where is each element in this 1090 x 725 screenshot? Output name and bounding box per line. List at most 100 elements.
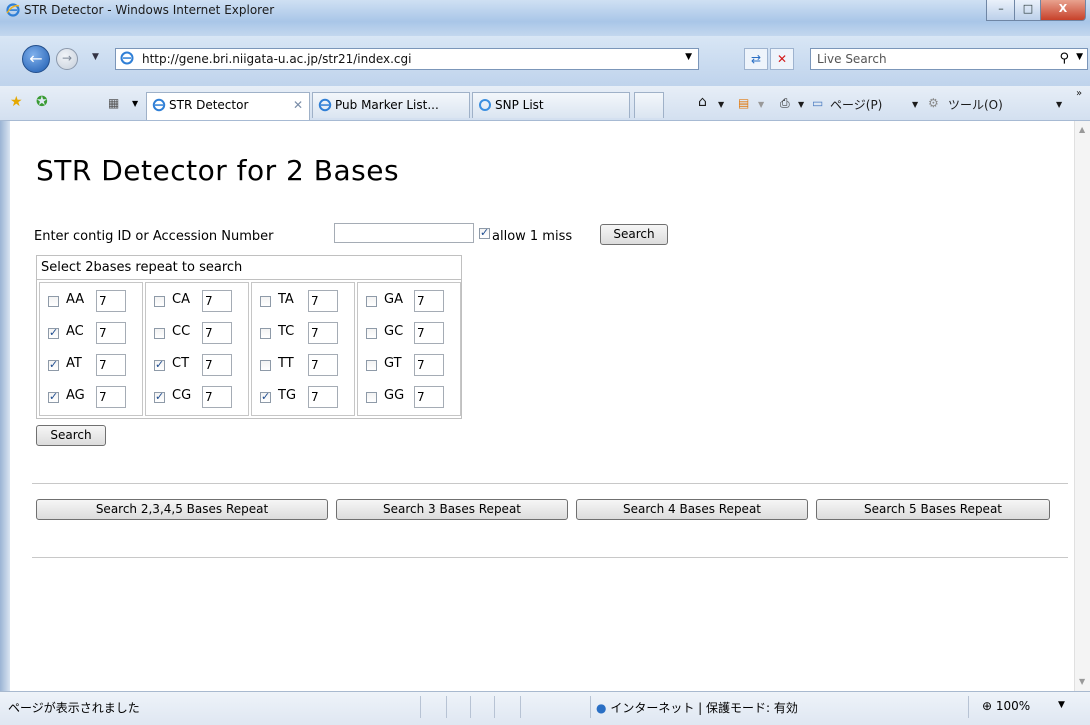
repeat-checkbox-ag[interactable]: [48, 390, 59, 403]
quick-tabs-icon[interactable]: ▦: [108, 96, 119, 110]
repeat-checkbox-ct[interactable]: [154, 358, 165, 371]
page-menu-icon[interactable]: ▭: [812, 96, 823, 110]
close-button[interactable]: X: [1040, 0, 1086, 21]
tab-snp-list[interactable]: SNP List: [472, 92, 630, 118]
repeat-count-input-gg[interactable]: [414, 386, 444, 408]
repeat-count-input-cc[interactable]: [202, 322, 232, 344]
repeat-count-input-aa[interactable]: [96, 290, 126, 312]
favorites-star-icon[interactable]: ★: [10, 94, 23, 110]
repeat-column-t: TA TC TT TG: [251, 282, 355, 416]
search-5-bases-button[interactable]: Search 5 Bases Repeat: [816, 499, 1050, 520]
page-icon: [120, 51, 134, 65]
status-divider: [470, 696, 471, 718]
chevron-more-icon[interactable]: »: [1076, 88, 1082, 99]
repeat-checkbox-gg[interactable]: [366, 392, 377, 403]
search-4-bases-button[interactable]: Search 4 Bases Repeat: [576, 499, 808, 520]
repeat-count-input-gc[interactable]: [414, 322, 444, 344]
search-2345-bases-button[interactable]: Search 2,3,4,5 Bases Repeat: [36, 499, 328, 520]
repeat-checkbox-tt[interactable]: [260, 360, 271, 371]
back-button[interactable]: ←: [22, 45, 50, 73]
close-tab-icon[interactable]: ✕: [293, 93, 303, 117]
scroll-down-icon[interactable]: ▼: [1079, 677, 1085, 686]
status-divider: [494, 696, 495, 718]
address-bar[interactable]: http://gene.bri.niigata-u.ac.jp/str21/in…: [115, 48, 699, 70]
loading-tab-icon: [479, 99, 491, 111]
security-zone[interactable]: ● インターネット | 保護モード: 有効: [596, 699, 798, 716]
repeat-checkbox-aa[interactable]: [48, 296, 59, 307]
stop-button[interactable]: ✕: [770, 48, 794, 70]
repeat-checkbox-tc[interactable]: [260, 328, 271, 339]
repeat-code: AT: [66, 356, 82, 371]
forward-button[interactable]: →: [56, 48, 78, 70]
repeat-count-input-ct[interactable]: [202, 354, 232, 376]
zoom-level[interactable]: ⊕ 100%: [982, 699, 1030, 713]
repeat-count-input-ca[interactable]: [202, 290, 232, 312]
zoom-icon: ⊕: [982, 699, 993, 713]
tools-menu-dropdown-icon[interactable]: ▼: [1056, 100, 1062, 109]
repeat-checkbox-cg[interactable]: [154, 390, 165, 403]
repeat-selection-table: Select 2bases repeat to search AA AC AT …: [36, 255, 462, 419]
repeat-code: CC: [172, 324, 191, 339]
search-button[interactable]: Search: [600, 224, 668, 245]
search-placeholder[interactable]: Live Search: [817, 52, 887, 66]
repeat-checkbox-ca[interactable]: [154, 296, 165, 307]
home-dropdown-icon[interactable]: ▼: [718, 100, 724, 109]
minimize-button[interactable]: –: [986, 0, 1016, 21]
repeat-item-cc: CC: [154, 321, 250, 345]
repeat-count-input-cg[interactable]: [202, 386, 232, 408]
repeat-count-input-ta[interactable]: [308, 290, 338, 312]
print-icon[interactable]: ⎙: [780, 96, 790, 111]
tools-gear-icon[interactable]: ⚙: [928, 96, 939, 110]
allow-miss-checkbox[interactable]: [479, 226, 490, 239]
search-selected-button[interactable]: Search: [36, 425, 106, 446]
accession-input[interactable]: [334, 223, 474, 243]
repeat-checkbox-cc[interactable]: [154, 328, 165, 339]
address-dropdown-icon[interactable]: ▼: [685, 52, 692, 62]
page-menu-dropdown-icon[interactable]: ▼: [912, 100, 918, 109]
home-icon[interactable]: ⌂: [698, 94, 707, 110]
status-divider: [590, 696, 591, 718]
tools-menu[interactable]: ツール(O): [948, 96, 1003, 113]
page-menu[interactable]: ページ(P): [830, 96, 882, 113]
repeat-checkbox-tg[interactable]: [260, 390, 271, 403]
repeat-checkbox-gt[interactable]: [366, 360, 377, 371]
search-3-bases-button[interactable]: Search 3 Bases Repeat: [336, 499, 568, 520]
zoom-dropdown-icon[interactable]: ▼: [1058, 700, 1065, 710]
maximize-button[interactable]: □: [1014, 0, 1042, 21]
refresh-button[interactable]: ⇄: [744, 48, 768, 70]
repeat-count-input-ac[interactable]: [96, 322, 126, 344]
tab-str-detector[interactable]: STR Detector ✕: [146, 92, 310, 120]
new-tab-button[interactable]: [634, 92, 664, 118]
repeat-count-input-tc[interactable]: [308, 322, 338, 344]
repeat-count-input-ag[interactable]: [96, 386, 126, 408]
repeat-count-input-at[interactable]: [96, 354, 126, 376]
repeat-item-tc: TC: [260, 321, 356, 345]
feeds-icon[interactable]: ▤: [738, 96, 749, 110]
repeat-checkbox-ac[interactable]: [48, 326, 59, 339]
repeat-count-input-tt[interactable]: [308, 354, 338, 376]
repeat-count-input-gt[interactable]: [414, 354, 444, 376]
feeds-dropdown-icon[interactable]: ▼: [758, 100, 764, 109]
print-dropdown-icon[interactable]: ▼: [798, 100, 804, 109]
repeat-checkbox-at[interactable]: [48, 358, 59, 371]
search-dropdown-icon[interactable]: ▼: [1076, 52, 1083, 62]
vertical-scrollbar[interactable]: ▲ ▼: [1074, 121, 1090, 691]
history-dropdown-icon[interactable]: ▼: [92, 52, 99, 62]
status-bar: ページが表示されました ● インターネット | 保護モード: 有効 ⊕ 100%…: [0, 691, 1090, 725]
ie-tab-icon: [152, 98, 166, 112]
repeat-checkbox-ga[interactable]: [366, 296, 377, 307]
repeat-count-input-ga[interactable]: [414, 290, 444, 312]
tab-pub-marker-list[interactable]: Pub Marker List...: [312, 92, 470, 118]
search-icon[interactable]: ⚲: [1059, 51, 1069, 66]
repeat-count-input-tg[interactable]: [308, 386, 338, 408]
repeat-item-ca: CA: [154, 289, 250, 313]
scroll-up-icon[interactable]: ▲: [1079, 125, 1085, 134]
add-favorites-icon[interactable]: ✪: [36, 94, 48, 110]
repeat-column-a: AA AC AT AG: [39, 282, 143, 416]
live-search-box[interactable]: Live Search ⚲ ▼: [810, 48, 1088, 70]
repeat-checkbox-gc[interactable]: [366, 328, 377, 339]
address-url[interactable]: http://gene.bri.niigata-u.ac.jp/str21/in…: [142, 52, 411, 66]
repeat-checkbox-ta[interactable]: [260, 296, 271, 307]
repeat-column-g: GA GC GT GG: [357, 282, 461, 416]
tab-list-dropdown-icon[interactable]: ▼: [132, 99, 138, 108]
